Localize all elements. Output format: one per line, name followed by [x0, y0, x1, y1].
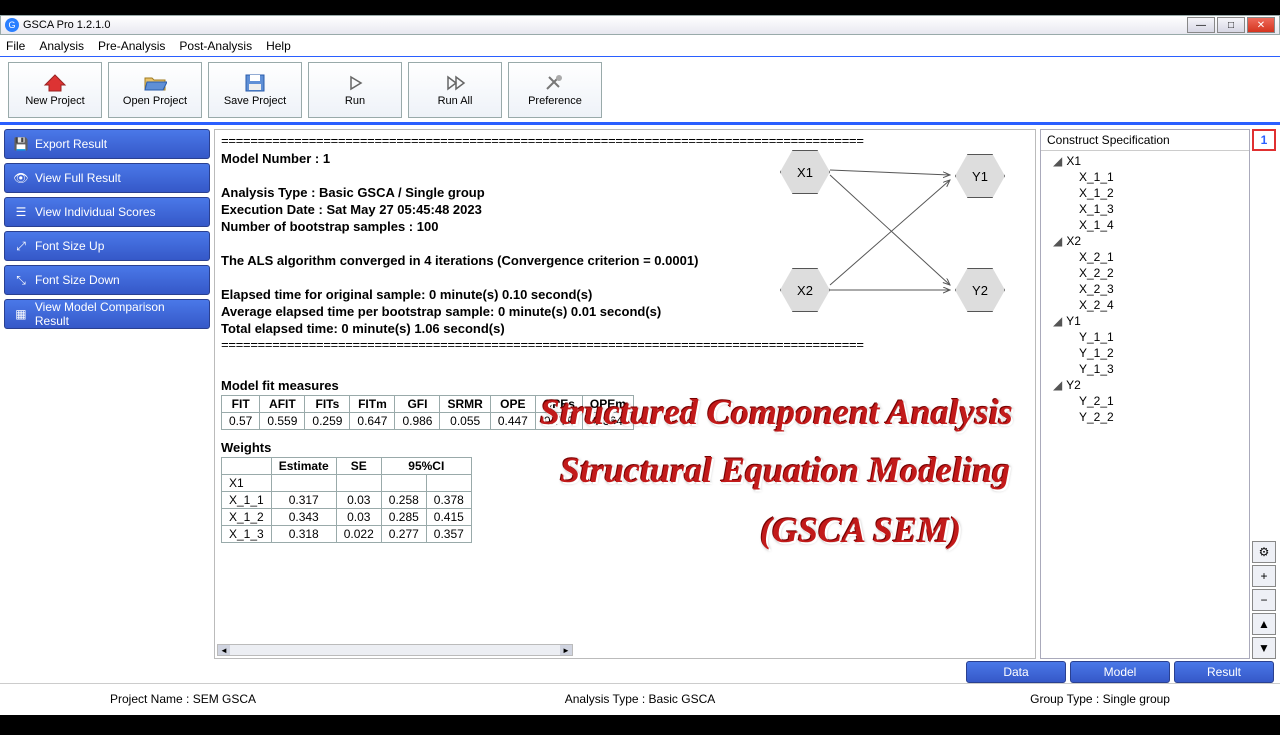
tools-icon	[543, 73, 567, 93]
eye-icon: 👁	[13, 170, 29, 186]
sidebar: 💾Export Result 👁View Full Result ☰View I…	[4, 129, 210, 659]
collapse-icon: ⤡	[13, 272, 29, 288]
menu-analysis[interactable]: Analysis	[39, 39, 84, 53]
maximize-button[interactable]: □	[1217, 17, 1245, 33]
app-icon: G	[5, 18, 19, 32]
path-diagram: X1 X2 Y1 Y2	[775, 140, 1025, 340]
tree-leaf[interactable]: Y_1_3	[1045, 361, 1245, 377]
sidebar-font-down[interactable]: ⤡Font Size Down	[4, 265, 210, 295]
title-bar: G GSCA Pro 1.2.1.0 — □ ✕	[0, 15, 1280, 35]
menu-bar: File Analysis Pre-Analysis Post-Analysis…	[0, 35, 1280, 57]
horizontal-scrollbar[interactable]: ◄ ►	[217, 644, 573, 656]
tree-leaf[interactable]: X_1_3	[1045, 201, 1245, 217]
model-count-badge[interactable]: 1	[1252, 129, 1276, 151]
move-up-button[interactable]: ▲	[1252, 613, 1276, 635]
grid-icon: ▦	[13, 306, 29, 322]
status-bar: Project Name : SEM GSCA Analysis Type : …	[0, 683, 1280, 713]
scroll-left-icon[interactable]: ◄	[218, 645, 230, 655]
tree-group[interactable]: ◢ X2	[1045, 233, 1245, 249]
expand-icon: ⤢	[13, 238, 29, 254]
tree-group[interactable]: ◢ X1	[1045, 153, 1245, 169]
construct-panel: Construct Specification ◢ X1X_1_1X_1_2X_…	[1040, 129, 1250, 659]
tab-data[interactable]: Data	[966, 661, 1066, 683]
fit-title: Model fit measures	[221, 378, 1029, 393]
tree-leaf[interactable]: X_1_2	[1045, 185, 1245, 201]
menu-help[interactable]: Help	[266, 39, 291, 53]
disk-icon	[243, 73, 267, 93]
status-project: Project Name : SEM GSCA	[110, 692, 463, 706]
menu-post-analysis[interactable]: Post-Analysis	[179, 39, 252, 53]
save-project-button[interactable]: Save Project	[208, 62, 302, 118]
tree-leaf[interactable]: X_1_1	[1045, 169, 1245, 185]
tree-group[interactable]: ◢ Y2	[1045, 377, 1245, 393]
folder-icon	[143, 73, 167, 93]
tab-model[interactable]: Model	[1070, 661, 1170, 683]
preference-button[interactable]: Preference	[508, 62, 602, 118]
run-button[interactable]: Run	[308, 62, 402, 118]
scroll-right-icon[interactable]: ►	[560, 645, 572, 655]
weights-title: Weights	[221, 440, 1029, 455]
window-title: GSCA Pro 1.2.1.0	[23, 19, 110, 31]
menu-file[interactable]: File	[6, 39, 25, 53]
tree-leaf[interactable]: Y_1_1	[1045, 329, 1245, 345]
run-all-button[interactable]: Run All	[408, 62, 502, 118]
tab-result[interactable]: Result	[1174, 661, 1274, 683]
sidebar-model-comp[interactable]: ▦View Model Comparison Result	[4, 299, 210, 329]
zoom-in-button[interactable]: +	[1252, 565, 1276, 587]
tree-leaf[interactable]: Y_2_1	[1045, 393, 1245, 409]
save-icon: 💾	[13, 136, 29, 152]
sidebar-view-scores[interactable]: ☰View Individual Scores	[4, 197, 210, 227]
result-pane: ========================================…	[214, 129, 1036, 659]
list-icon: ☰	[13, 204, 29, 220]
tree-leaf[interactable]: X_2_3	[1045, 281, 1245, 297]
sidebar-font-up[interactable]: ⤢Font Size Up	[4, 231, 210, 261]
status-group: Group Type : Single group	[817, 692, 1170, 706]
tree-leaf[interactable]: Y_1_2	[1045, 345, 1245, 361]
new-project-button[interactable]: New Project	[8, 62, 102, 118]
menu-pre-analysis[interactable]: Pre-Analysis	[98, 39, 165, 53]
close-button[interactable]: ✕	[1247, 17, 1275, 33]
minimize-button[interactable]: —	[1187, 17, 1215, 33]
sidebar-view-full[interactable]: 👁View Full Result	[4, 163, 210, 193]
play-all-icon	[443, 73, 467, 93]
gear-icon: ⚙	[1259, 545, 1270, 559]
toolbar: New Project Open Project Save Project Ru…	[0, 57, 1280, 125]
move-down-button[interactable]: ▼	[1252, 637, 1276, 659]
open-project-button[interactable]: Open Project	[108, 62, 202, 118]
tree-group[interactable]: ◢ Y1	[1045, 313, 1245, 329]
tree-leaf[interactable]: Y_2_2	[1045, 409, 1245, 425]
tree-leaf[interactable]: X_2_2	[1045, 265, 1245, 281]
settings-button[interactable]: ⚙	[1252, 541, 1276, 563]
sidebar-export-result[interactable]: 💾Export Result	[4, 129, 210, 159]
status-analysis: Analysis Type : Basic GSCA	[463, 692, 816, 706]
home-icon	[43, 73, 67, 93]
zoom-out-button[interactable]: −	[1252, 589, 1276, 611]
bottom-tabs: Data Model Result	[0, 661, 1280, 683]
fit-table: FITAFITFITsFITmGFISRMROPEOPEsOPEm 0.570.…	[221, 395, 634, 430]
construct-header: Construct Specification	[1041, 130, 1249, 151]
tree-leaf[interactable]: X_1_4	[1045, 217, 1245, 233]
divider2: ========================================…	[221, 338, 1029, 353]
weights-table: EstimateSE95%CIX1X_1_10.3170.030.2580.37…	[221, 457, 472, 543]
tree-leaf[interactable]: X_2_4	[1045, 297, 1245, 313]
tree-leaf[interactable]: X_2_1	[1045, 249, 1245, 265]
play-icon	[343, 73, 367, 93]
